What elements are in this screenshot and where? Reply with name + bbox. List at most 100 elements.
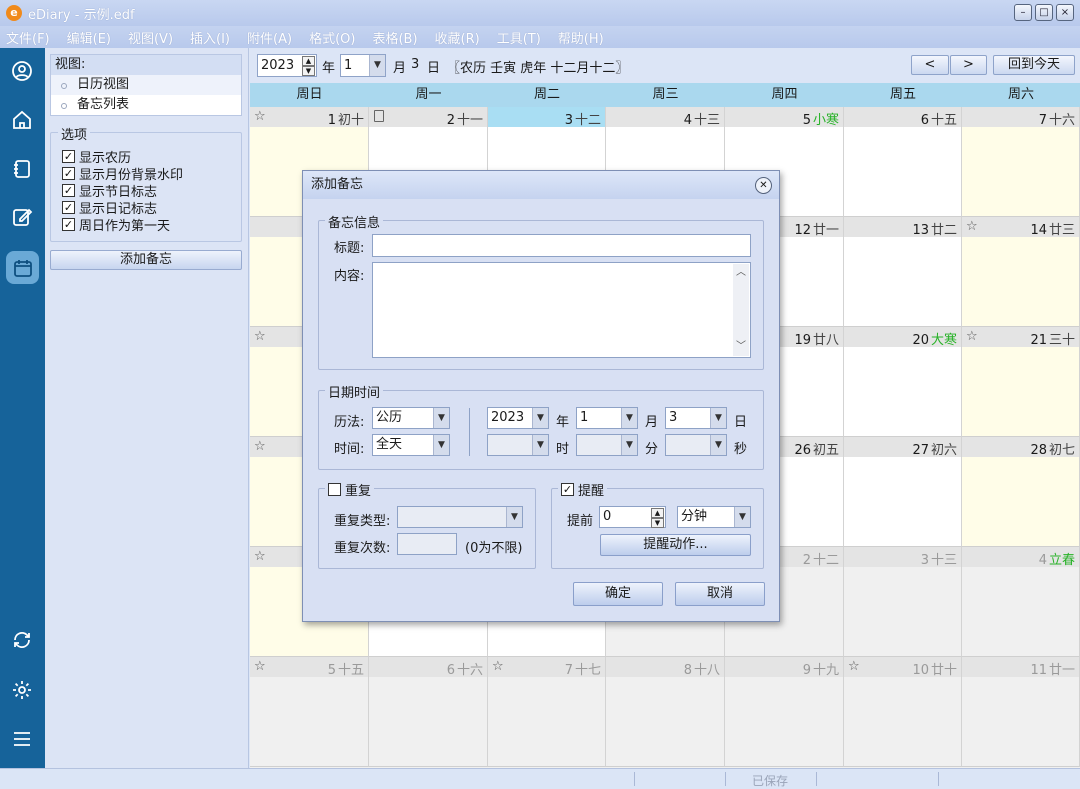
menu-edit[interactable]: 编辑(E) [67, 28, 111, 47]
remind-action-button[interactable]: 提醒动作... [600, 534, 751, 556]
month-select[interactable]: 1 ▼ [340, 54, 386, 77]
option-sunday-first[interactable]: ✓ 周日作为第一天 [62, 215, 170, 234]
repeat-type-select[interactable]: ▼ [397, 506, 523, 528]
chevron-down-icon[interactable]: ▼ [621, 435, 637, 455]
chevron-down-icon[interactable]: ▼ [710, 435, 726, 455]
day-cell[interactable]: ☆ 7 十七 [488, 657, 606, 767]
calendar-type-select[interactable]: 公历 ▼ [372, 407, 450, 429]
star-icon[interactable]: ☆ [492, 659, 504, 674]
date-year-select[interactable]: 2023 ▼ [487, 407, 549, 429]
ok-button[interactable]: 确定 [573, 582, 663, 606]
spin-down-icon[interactable]: ▼ [302, 66, 315, 76]
repeat-count-input[interactable] [397, 533, 457, 555]
menu-help[interactable]: 帮助(H) [558, 28, 604, 47]
star-icon[interactable]: ☆ [254, 549, 266, 564]
today-button[interactable]: 回到今天 [993, 55, 1075, 75]
star-icon[interactable]: ☆ [254, 329, 266, 344]
checkbox-checked-icon[interactable]: ✓ [62, 167, 75, 180]
note-icon[interactable] [374, 110, 384, 122]
checkbox-checked-icon[interactable]: ✓ [62, 184, 75, 197]
day-cell[interactable]: 7 十六 [962, 107, 1080, 217]
scroll-down-icon[interactable]: ﹀ [734, 340, 748, 354]
close-button[interactable]: × [1056, 4, 1074, 21]
cancel-button[interactable]: 取消 [675, 582, 765, 606]
book-icon[interactable] [10, 157, 34, 181]
day-cell[interactable]: 6 十六 [369, 657, 488, 767]
chevron-down-icon[interactable]: ▼ [710, 408, 726, 428]
star-icon[interactable]: ☆ [966, 219, 978, 234]
menu-format[interactable]: 格式(O) [309, 28, 355, 47]
star-icon[interactable]: ☆ [254, 659, 266, 674]
day-cell[interactable]: ☆ 21 三十 [962, 327, 1080, 437]
checkbox-checked-icon[interactable]: ✓ [62, 150, 75, 163]
hour-select[interactable]: ▼ [487, 434, 549, 456]
chevron-down-icon[interactable]: ▼ [532, 435, 548, 455]
calendar-icon[interactable] [6, 251, 39, 284]
day-cell[interactable]: 3 十三 [844, 547, 962, 657]
star-icon[interactable]: ☆ [254, 109, 266, 124]
day-cell[interactable]: 9 十九 [725, 657, 844, 767]
spin-up-icon[interactable]: ▲ [651, 508, 664, 518]
day-cell[interactable]: 11 廿一 [962, 657, 1080, 767]
dialog-close-button[interactable]: ✕ [755, 177, 772, 194]
day-cell[interactable]: 8 十八 [606, 657, 725, 767]
chevron-down-icon[interactable]: ▼ [506, 507, 522, 527]
chevron-down-icon[interactable]: ▼ [433, 435, 449, 455]
menu-table[interactable]: 表格(B) [372, 28, 417, 47]
day-cell[interactable]: 13 廿二 [844, 217, 962, 327]
chevron-down-icon[interactable]: ▼ [734, 507, 750, 527]
day-cell[interactable]: 4 立春 [962, 547, 1080, 657]
checkbox-checked-icon[interactable]: ✓ [62, 218, 75, 231]
chevron-down-icon[interactable]: ▼ [621, 408, 637, 428]
settings-icon[interactable] [10, 678, 34, 702]
view-item-calendar[interactable]: 日历视图 [51, 75, 241, 95]
day-cell[interactable]: ☆ 5 十五 [250, 657, 369, 767]
checkbox-checked-icon[interactable]: ✓ [561, 483, 574, 496]
second-select[interactable]: ▼ [665, 434, 727, 456]
memo-content-textarea[interactable]: ︿ ﹀ [372, 262, 751, 358]
sync-icon[interactable] [10, 628, 34, 652]
day-cell[interactable]: 6 十五 [844, 107, 962, 217]
remind-minutes-spinner[interactable]: 0 ▲ ▼ [599, 506, 666, 528]
view-item-memo-list[interactable]: 备忘列表 [51, 95, 241, 115]
day-cell[interactable]: ☆ 10 廿十 [844, 657, 962, 767]
remind-legend[interactable]: ✓ 提醒 [558, 480, 608, 499]
checkbox-unchecked-icon[interactable] [328, 483, 341, 496]
remind-unit-select[interactable]: 分钟 ▼ [677, 506, 751, 528]
year-spinner[interactable]: 2023 ▲ ▼ [257, 54, 317, 77]
repeat-legend[interactable]: 重复 [325, 480, 375, 499]
minimize-button[interactable]: – [1014, 4, 1032, 21]
day-cell[interactable]: ☆ 14 廿三 [962, 217, 1080, 327]
menu-view[interactable]: 视图(V) [128, 28, 173, 47]
day-cell[interactable]: 27 初六 [844, 437, 962, 547]
menu-icon[interactable] [10, 727, 34, 751]
spin-down-icon[interactable]: ▼ [651, 518, 664, 528]
date-month-select[interactable]: 1 ▼ [576, 407, 638, 429]
menu-favorites[interactable]: 收藏(R) [435, 28, 480, 47]
day-cell[interactable]: 28 初七 [962, 437, 1080, 547]
menu-file[interactable]: 文件(F) [6, 28, 50, 47]
menu-attachment[interactable]: 附件(A) [247, 28, 292, 47]
date-day-select[interactable]: 3 ▼ [665, 407, 727, 429]
star-icon[interactable]: ☆ [848, 659, 860, 674]
star-icon[interactable]: ☆ [966, 329, 978, 344]
add-memo-button[interactable]: 添加备忘 [50, 250, 242, 270]
scroll-up-icon[interactable]: ︿ [734, 266, 748, 280]
menu-insert[interactable]: 插入(I) [190, 28, 230, 47]
time-select[interactable]: 全天 ▼ [372, 434, 450, 456]
account-icon[interactable] [10, 59, 34, 83]
home-icon[interactable] [10, 108, 34, 132]
chevron-down-icon[interactable]: ▼ [433, 408, 449, 428]
content-scrollbar[interactable]: ︿ ﹀ [733, 264, 749, 356]
edit-icon[interactable] [10, 205, 34, 229]
menu-tools[interactable]: 工具(T) [497, 28, 541, 47]
star-icon[interactable]: ☆ [254, 439, 266, 454]
maximize-button[interactable]: □ [1035, 4, 1053, 21]
spin-up-icon[interactable]: ▲ [302, 56, 315, 66]
chevron-down-icon[interactable]: ▼ [369, 55, 385, 76]
memo-title-input[interactable] [372, 234, 751, 257]
prev-month-button[interactable]: < [911, 55, 949, 75]
checkbox-checked-icon[interactable]: ✓ [62, 201, 75, 214]
minute-select[interactable]: ▼ [576, 434, 638, 456]
chevron-down-icon[interactable]: ▼ [532, 408, 548, 428]
